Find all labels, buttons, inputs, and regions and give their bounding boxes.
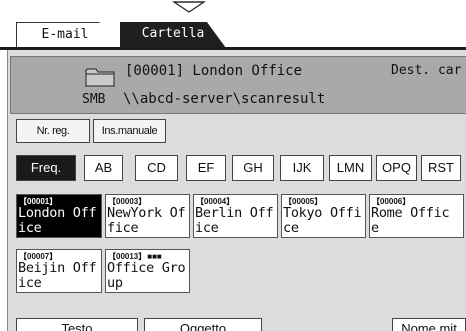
destination-entry[interactable]: 【00006】 Rome Offic e	[369, 194, 464, 238]
index-cd[interactable]: CD	[135, 155, 178, 181]
destination-name: [00001] London Office	[125, 63, 303, 79]
index-opq[interactable]: OPQ	[376, 155, 417, 181]
entry-name: Tokyo Offi ce	[283, 205, 362, 236]
index-lmn[interactable]: LMN	[329, 155, 372, 181]
index-freq[interactable]: Freq.	[16, 155, 76, 181]
destination-entry[interactable]: 【00013】■■■ Office Gro up	[105, 249, 190, 293]
index-gh[interactable]: GH	[232, 155, 274, 181]
tab-email[interactable]: E-mail	[16, 22, 114, 48]
destination-path: \\abcd-server\scanresult	[123, 91, 326, 107]
destination-entry[interactable]: 【00004】 Berlin Off ice	[193, 194, 278, 238]
destination-entry[interactable]: 【00001】 London Off ice	[16, 194, 102, 238]
manual-entry-button[interactable]: Ins.manuale	[93, 119, 166, 143]
sender-name-button[interactable]: Nome mit	[392, 318, 466, 331]
destination-entry[interactable]: 【00003】 NewYork Of fice	[105, 194, 190, 238]
scanner-screen: E-mail Cartella [00001] London Office De…	[0, 0, 466, 331]
entry-name: London Off ice	[18, 205, 97, 236]
text-button[interactable]: Testo	[16, 318, 138, 331]
destination-entry[interactable]: 【00007】 Beijin Off ice	[16, 249, 102, 293]
index-ef[interactable]: EF	[186, 155, 226, 181]
entry-name: Beijin Off ice	[18, 260, 97, 291]
destination-protocol: SMB	[82, 92, 106, 107]
entry-name: Office Gro up	[107, 260, 186, 291]
entry-name: Berlin Off ice	[195, 205, 274, 236]
tab-cartella[interactable]: Cartella	[120, 22, 226, 48]
tab-pointer-icon	[172, 1, 206, 13]
subject-button[interactable]: Oggetto	[144, 318, 262, 331]
index-ijk[interactable]: IJK	[280, 155, 324, 181]
folder-icon	[85, 68, 115, 87]
index-ab[interactable]: AB	[84, 155, 123, 181]
nr-reg-button[interactable]: Nr. reg.	[16, 119, 90, 143]
entry-name: NewYork Of fice	[107, 205, 186, 236]
destination-entry[interactable]: 【00005】 Tokyo Offi ce	[281, 194, 366, 238]
entry-name: Rome Offic e	[371, 205, 450, 236]
tab-bar: E-mail Cartella	[0, 0, 466, 50]
destination-type: Dest. car	[391, 63, 462, 78]
selected-destination: [00001] London Office Dest. car SMB \\ab…	[10, 56, 466, 114]
index-rst[interactable]: RST	[421, 155, 461, 181]
